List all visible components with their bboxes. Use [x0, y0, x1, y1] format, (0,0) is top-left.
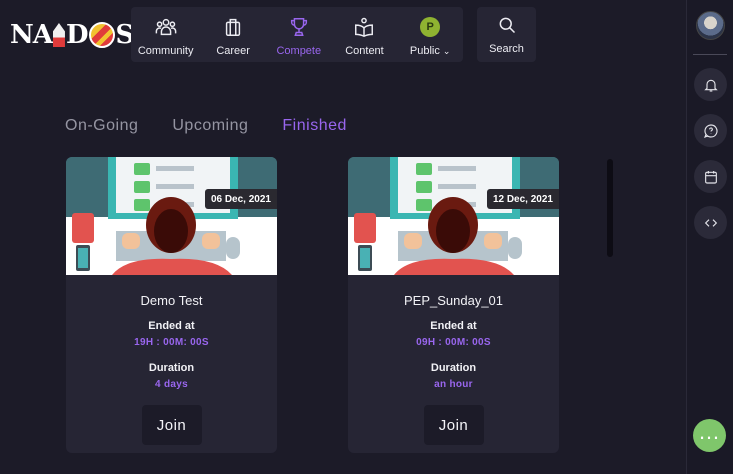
calendar-button[interactable]: [694, 160, 727, 193]
contest-tabs: On-Going Upcoming Finished: [65, 117, 347, 135]
tab-finished[interactable]: Finished: [282, 117, 346, 135]
chat-help-icon: [703, 123, 718, 138]
book-icon: [353, 15, 375, 39]
nav-public-text: Public: [409, 45, 440, 57]
contest-thumbnail: 06 Dec, 2021: [66, 157, 277, 275]
help-chat-button[interactable]: [694, 114, 727, 147]
duration-value: an hour: [434, 379, 473, 390]
ended-at-label: Ended at: [430, 320, 477, 332]
join-button[interactable]: Join: [141, 405, 202, 445]
right-rail: …: [686, 0, 733, 474]
duration-label: Duration: [148, 362, 195, 374]
duration-value: 4 days: [155, 379, 188, 390]
join-button[interactable]: Join: [423, 405, 484, 445]
briefcase-icon: [222, 15, 244, 39]
nados-logo[interactable]: NA D S: [10, 20, 134, 50]
ended-at-label: Ended at: [148, 320, 195, 332]
nav-content-label: Content: [345, 45, 384, 57]
contest-title: PEP_Sunday_01: [403, 293, 504, 308]
contest-card: 12 Dec, 2021 PEP_Sunday_01 Ended at 09H …: [348, 157, 559, 453]
contest-card: 06 Dec, 2021 Demo Test Ended at 19H : 00…: [66, 157, 277, 453]
chat-bubble-button[interactable]: …: [693, 419, 726, 452]
code-icon: [704, 218, 717, 227]
calendar-icon: [704, 170, 717, 184]
duration-label: Duration: [430, 362, 477, 374]
trophy-icon: [288, 15, 310, 39]
notifications-button[interactable]: [694, 68, 727, 101]
contest-title: Demo Test: [140, 293, 203, 308]
tab-on-going[interactable]: On-Going: [65, 117, 138, 135]
chevron-down-icon: ⌄: [442, 46, 451, 56]
nav-community-label: Community: [137, 45, 194, 57]
ended-at-value: 19H : 00M: 00S: [134, 337, 209, 348]
community-icon: [155, 15, 177, 39]
nav-career[interactable]: Career: [207, 15, 259, 57]
chat-dots-icon: …: [698, 418, 721, 444]
nav-public-label: Public ⌄: [410, 45, 451, 57]
top-nav: Community Career Compete Content P Publi…: [131, 7, 463, 62]
bell-icon: [703, 79, 718, 92]
logo-rocket-icon: [52, 23, 65, 47]
coder-illustration: [66, 157, 277, 275]
nav-public[interactable]: P Public ⌄: [404, 15, 456, 57]
logo-text-na: NA: [10, 20, 53, 50]
logo-ball-icon: [88, 22, 115, 48]
public-avatar: P: [420, 17, 441, 37]
tab-upcoming[interactable]: Upcoming: [172, 117, 248, 135]
divider: [693, 54, 727, 55]
nav-compete[interactable]: Compete: [273, 15, 325, 57]
scrollbar[interactable]: [607, 159, 613, 257]
nav-compete-label: Compete: [276, 45, 322, 57]
contest-thumbnail: 12 Dec, 2021: [348, 157, 559, 275]
user-avatar[interactable]: [696, 11, 725, 40]
ended-at-value: 09H : 00M: 00S: [416, 337, 491, 348]
date-badge: 06 Dec, 2021: [204, 189, 277, 209]
nav-career-label: Career: [216, 45, 250, 57]
code-button[interactable]: [694, 206, 727, 239]
coder-illustration: [348, 157, 559, 275]
search-icon: [499, 17, 515, 34]
logo-text-d: D: [65, 20, 89, 50]
date-badge: 12 Dec, 2021: [486, 189, 559, 209]
search-label: Search: [489, 43, 524, 55]
search-button[interactable]: Search: [477, 7, 536, 62]
nav-content[interactable]: Content: [338, 15, 390, 57]
nav-community[interactable]: Community: [137, 15, 194, 57]
